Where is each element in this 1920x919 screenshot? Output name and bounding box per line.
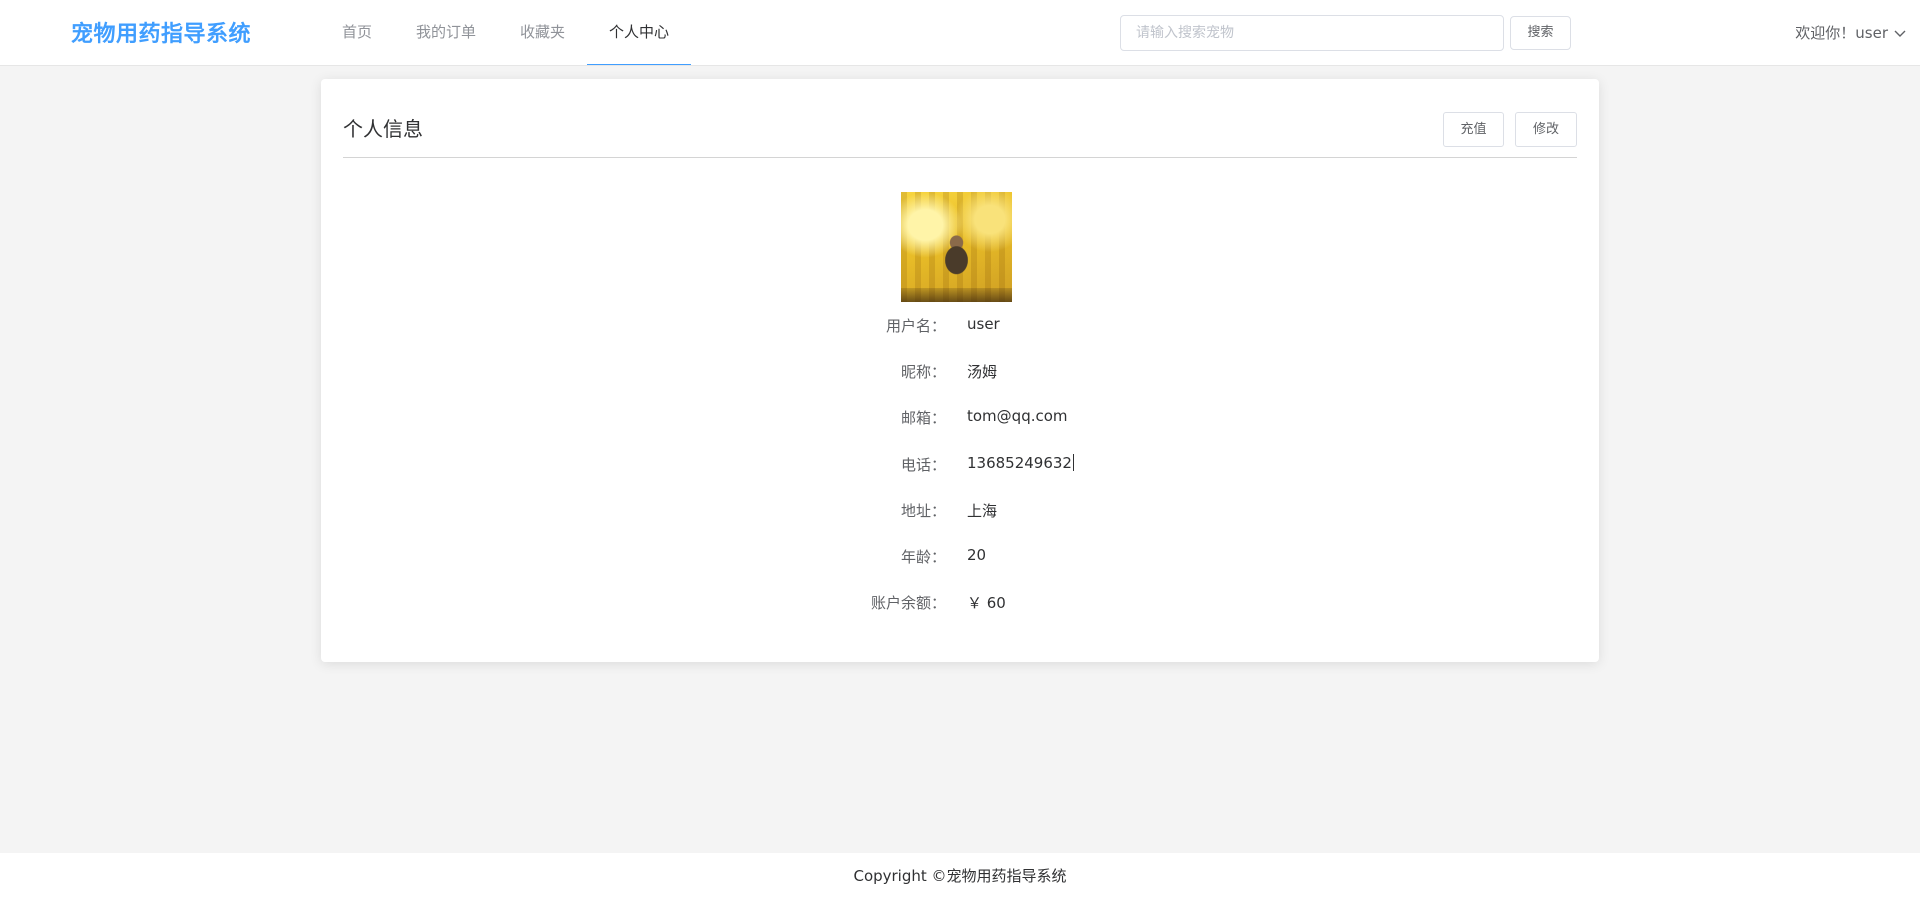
text-cursor [1072, 454, 1074, 471]
top-header: 宠物用药指导系统 首页 我的订单 收藏夹 个人中心 搜索 欢迎你！user [0, 0, 1920, 66]
edit-button[interactable]: 修改 [1515, 112, 1577, 147]
page-footer: Copyright ©宠物用药指导系统 [0, 853, 1920, 919]
page-title: 个人信息 [343, 117, 423, 141]
avatar [901, 192, 1012, 302]
search-input[interactable] [1120, 15, 1504, 51]
field-label: 昵称： [900, 363, 946, 381]
field-label: 用户名： [885, 317, 946, 335]
field-label: 电话： [900, 456, 946, 474]
copyright-text: Copyright ©宠物用药指导系统 [853, 867, 1067, 885]
search-button[interactable]: 搜索 [1510, 16, 1571, 50]
chevron-down-icon [1894, 24, 1906, 42]
field-value: 上海 [967, 502, 998, 520]
nav-item-favorites[interactable]: 收藏夹 [498, 0, 587, 66]
nav-item-home[interactable]: 首页 [320, 0, 394, 66]
nav-item-profile[interactable]: 个人中心 [587, 0, 692, 66]
field-label: 年龄： [900, 548, 946, 566]
field-label: 邮箱： [900, 409, 946, 427]
field-value: 汤姆 [967, 363, 998, 381]
recharge-button[interactable]: 充值 [1443, 112, 1504, 147]
title-divider [343, 157, 1577, 158]
profile-card: 个人信息 充值 修改 用户名： user 昵称： 汤姆 邮箱： tom@qq.c… [321, 79, 1599, 662]
main-nav: 首页 我的订单 收藏夹 个人中心 [320, 0, 692, 66]
field-value: tom@qq.com [967, 407, 1068, 425]
nav-item-orders[interactable]: 我的订单 [394, 0, 498, 66]
header-divider [0, 65, 1920, 66]
app-logo[interactable]: 宠物用药指导系统 [71, 16, 251, 48]
phone-value: 13685249632 [967, 454, 1072, 472]
field-label: 地址： [900, 502, 946, 520]
field-value: user [967, 315, 1000, 333]
user-menu[interactable]: 欢迎你！user [1795, 22, 1906, 43]
field-value: ￥ 60 [967, 594, 1006, 612]
user-greeting: 欢迎你！user [1795, 24, 1888, 42]
field-label: 账户余额： [870, 594, 946, 612]
field-value: 20 [967, 546, 987, 564]
field-value[interactable]: 13685249632 [967, 454, 1074, 472]
